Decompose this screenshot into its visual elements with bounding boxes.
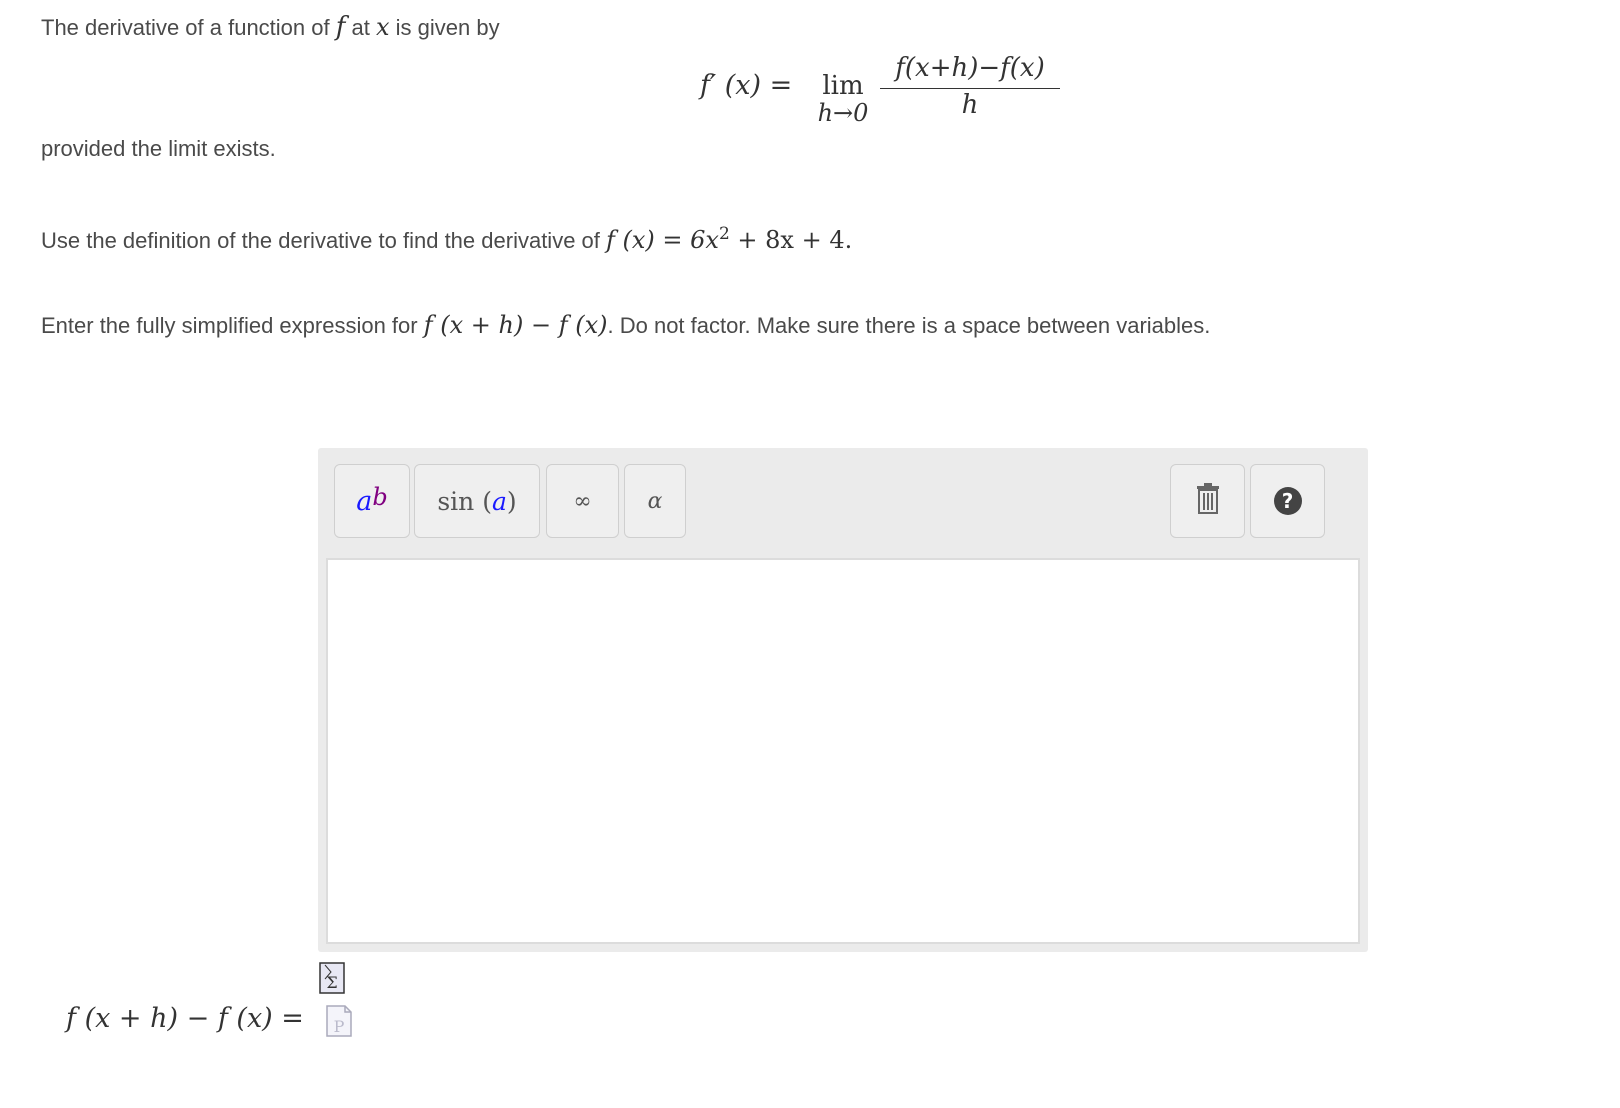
help-icon: ? [1273,487,1302,515]
preview-glyph: P [334,1017,345,1036]
var-x: x [375,13,390,41]
infinity-button[interactable]: ∞ [546,464,619,538]
function-exponent: 2 [718,224,730,244]
difference-expression: f (x + h) − f (x) [423,311,608,339]
sin-open-paren: ( [482,486,492,516]
trash-icon [1195,483,1221,519]
greek-letters-button[interactable]: α [624,464,686,538]
sin-function-button[interactable]: sin (a) [414,464,540,538]
derivative-lhs: f′ (x) = [700,70,793,101]
question-derivative: Use the definition of the derivative to … [41,224,852,254]
power-base: a [356,485,373,517]
clear-button[interactable] [1170,464,1245,538]
intro-text: The derivative of a function of [41,15,330,40]
sin-label: sin [437,486,475,516]
question-instructions-text: Enter the fully simplified expression fo… [41,313,418,338]
difference-quotient: f(x+h)−f(x) h [880,50,1060,121]
function-tail: + 8x + 4 [729,226,845,254]
answer-label: f (x + h) − f (x) = [66,1003,304,1034]
intro-text-given: is given by [395,15,500,40]
sigma-glyph: Σ [326,973,337,992]
help-button[interactable]: ? [1250,464,1325,538]
question-derivative-text: Use the definition of the derivative to … [41,228,600,253]
intro-text-at: at [351,15,370,40]
question-instructions: Enter the fully simplified expression fo… [41,311,1210,339]
question-instructions-rest: . Do not factor. Make sure there is a sp… [607,313,1211,338]
sin-argument: a [491,486,507,516]
function-lhs: f (x) = 6x [606,226,719,254]
power-button[interactable]: ab [334,464,410,538]
intro-line: The derivative of a function of f at x i… [41,12,500,42]
var-f: f [335,12,346,42]
fraction-denominator: h [961,90,979,120]
function-definition: f (x) = 6x2 + 8x + 4. [606,224,853,254]
fraction-numerator: f(x+h)−f(x) [880,50,1060,89]
infinity-symbol: ∞ [573,488,592,514]
provided-text: provided the limit exists. [41,136,276,161]
limit-operator: lim h→0 [810,72,876,126]
limit-subscript: h→0 [817,99,869,127]
power-exponent: b [372,483,388,511]
math-editor: ab sin (a) ∞ α ? [318,448,1368,952]
function-period: . [844,226,853,254]
answer-preview-icon[interactable]: P [325,1004,353,1043]
math-input-area[interactable] [326,558,1360,944]
equation-editor-icon[interactable]: Σ [319,962,345,999]
alpha-symbol: α [647,488,663,514]
limit-word: lim [822,71,864,101]
sin-close-paren: ) [506,486,517,516]
